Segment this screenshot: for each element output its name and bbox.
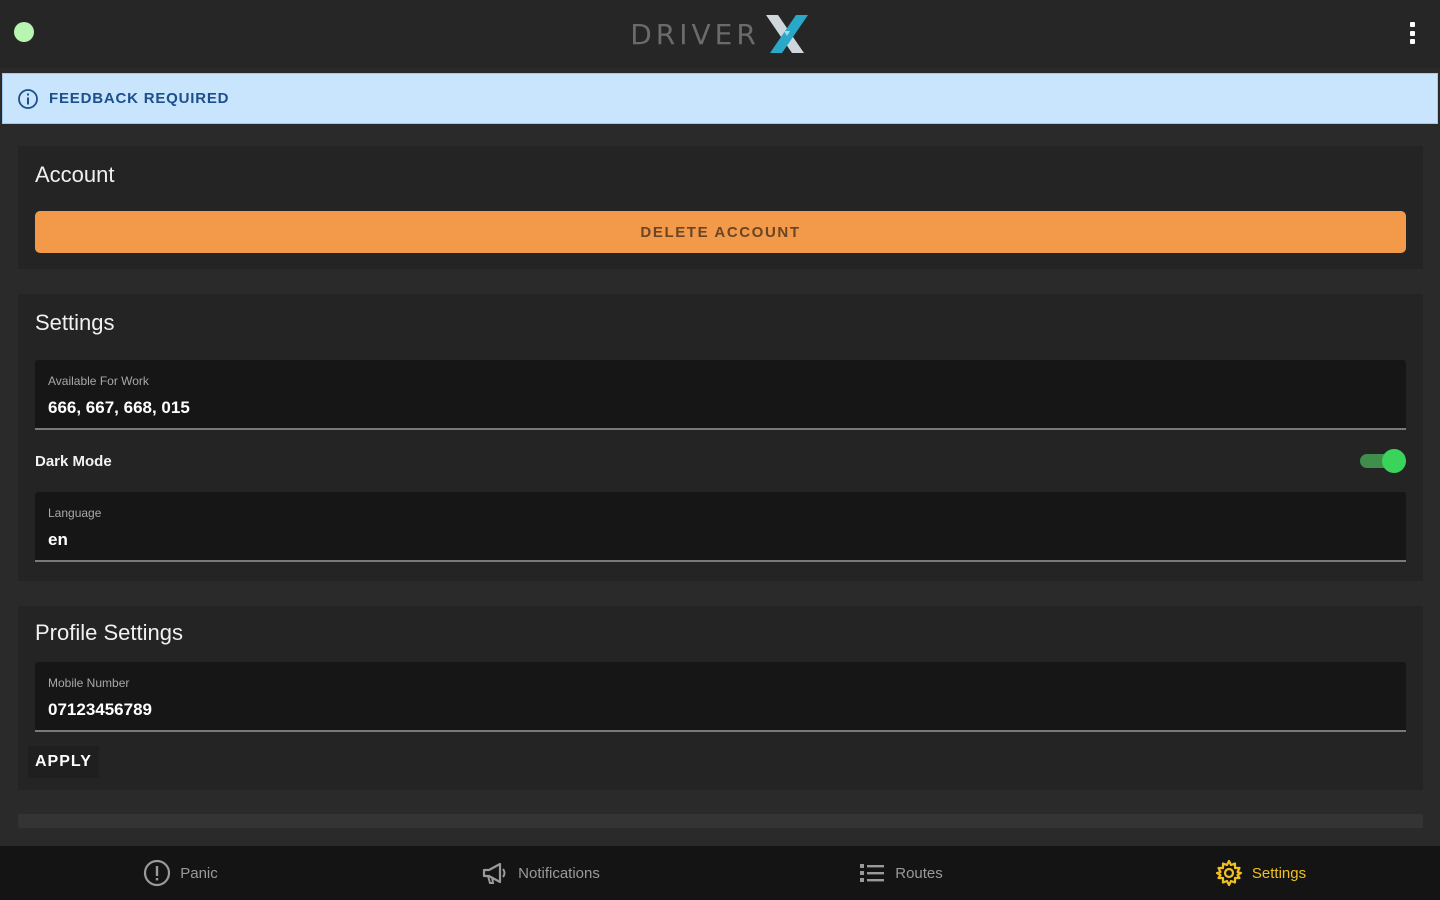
- banner-text: FEEDBACK REQUIRED: [49, 90, 230, 107]
- nav-label-panic: Panic: [180, 864, 218, 882]
- account-title: Account: [35, 162, 115, 187]
- list-icon: [860, 864, 885, 882]
- info-icon: [18, 88, 38, 109]
- profile-settings-card: Profile Settings Mobile Number 071234567…: [18, 606, 1423, 790]
- language-value: en: [48, 530, 68, 549]
- nav-item-routes[interactable]: Routes: [720, 846, 1080, 900]
- nav-item-panic[interactable]: Panic: [0, 846, 360, 900]
- feedback-banner[interactable]: FEEDBACK REQUIRED: [2, 73, 1438, 124]
- connection-status-dot: [14, 22, 34, 42]
- megaphone-icon: [483, 862, 506, 884]
- dark-mode-label: Dark Mode: [35, 452, 112, 470]
- nav-item-settings[interactable]: Settings: [1080, 846, 1440, 900]
- settings-title: Settings: [35, 310, 115, 335]
- language-field[interactable]: Language en: [35, 492, 1406, 562]
- apply-button[interactable]: APPLY: [28, 746, 99, 778]
- dark-mode-row: Dark Mode: [35, 444, 1406, 478]
- next-card-edge: [18, 814, 1423, 828]
- nav-item-notifications[interactable]: Notifications: [360, 846, 720, 900]
- mobile-number-label: Mobile Number: [48, 676, 130, 690]
- nav-label-settings: Settings: [1251, 864, 1307, 882]
- gear-icon: [1215, 859, 1242, 887]
- language-label: Language: [48, 506, 102, 520]
- nav-label-notifications: Notifications: [518, 864, 600, 882]
- delete-account-button[interactable]: DELETE ACCOUNT: [35, 211, 1406, 253]
- available-for-work-field[interactable]: Available For Work 666, 667, 668, 015: [35, 360, 1406, 430]
- settings-card: Settings Available For Work 666, 667, 66…: [18, 294, 1423, 581]
- nav-label-routes: Routes: [895, 864, 943, 882]
- overflow-menu-icon[interactable]: [1406, 22, 1418, 44]
- profile-settings-title: Profile Settings: [35, 620, 183, 645]
- mobile-number-value: 07123456789: [48, 700, 153, 719]
- top-app-bar: DRIVER: [0, 0, 1440, 68]
- account-card: Account DELETE ACCOUNT: [18, 146, 1423, 269]
- available-for-work-label: Available For Work: [48, 374, 149, 388]
- logo-text: DRIVER: [630, 17, 760, 51]
- mobile-number-field[interactable]: Mobile Number 07123456789: [35, 662, 1406, 732]
- alert-circle-icon: [144, 859, 171, 887]
- available-for-work-value: 666, 667, 668, 015: [48, 398, 190, 417]
- logo-x-icon: [765, 15, 808, 53]
- toggle-knob: [1382, 449, 1406, 473]
- bottom-navigation: Panic Notifications Routes Settings: [0, 846, 1440, 900]
- app-logo: DRIVER: [630, 0, 810, 68]
- dark-mode-toggle[interactable]: [1360, 449, 1406, 473]
